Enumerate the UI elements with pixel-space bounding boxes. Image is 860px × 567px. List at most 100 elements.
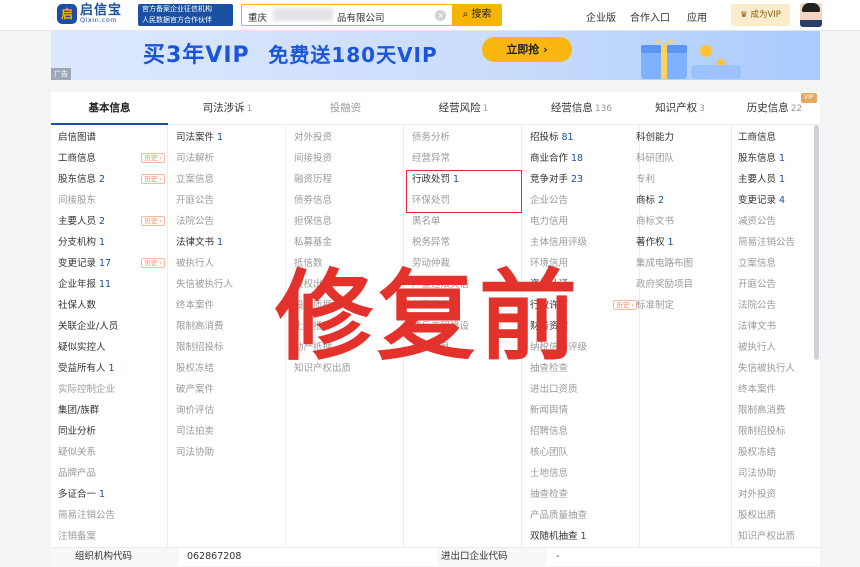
- list-item[interactable]: 工商信息 历史 ›: [51, 148, 167, 169]
- list-item[interactable]: 资质认证: [523, 274, 639, 295]
- list-item[interactable]: 招投标 81: [523, 127, 639, 148]
- list-item[interactable]: 开庭公告: [731, 274, 820, 295]
- list-item[interactable]: 主体信用评级: [523, 232, 639, 253]
- list-item[interactable]: 私募基金: [287, 232, 403, 253]
- list-item[interactable]: 土地抵押: [287, 316, 403, 337]
- list-item[interactable]: 开庭公告: [169, 190, 285, 211]
- list-item[interactable]: 同业分析: [51, 421, 167, 442]
- list-item[interactable]: 简易注销公告: [51, 505, 167, 526]
- nav-apps[interactable]: 应用: [687, 9, 707, 24]
- list-item[interactable]: 终本案件: [731, 379, 820, 400]
- list-item[interactable]: 被执行人: [169, 253, 285, 274]
- list-item[interactable]: 法院公告: [169, 211, 285, 232]
- list-item[interactable]: 法院公告: [731, 295, 820, 316]
- list-item[interactable]: 限制招投标: [169, 337, 285, 358]
- list-item[interactable]: 企业年报 11: [51, 274, 167, 295]
- history-tag[interactable]: 历史 ›: [141, 153, 165, 163]
- list-item[interactable]: 清算信息: [405, 337, 521, 358]
- list-item[interactable]: 司法解析: [169, 148, 285, 169]
- site-logo[interactable]: 启 启信宝 Qixin.com: [57, 4, 122, 24]
- list-item[interactable]: 实际控制企业: [51, 379, 167, 400]
- list-item[interactable]: 融资历程: [287, 169, 403, 190]
- nav-partner[interactable]: 合作入口: [630, 9, 670, 24]
- list-item[interactable]: 股权出质: [731, 505, 820, 526]
- list-item[interactable]: 科创能力: [629, 127, 731, 148]
- list-item[interactable]: 欠税信息: [405, 295, 521, 316]
- list-item[interactable]: 新闻舆情: [523, 400, 639, 421]
- list-item[interactable]: 集成电路布图: [629, 253, 731, 274]
- list-item[interactable]: 社保人数: [51, 295, 167, 316]
- list-item[interactable]: 品牌产品: [51, 463, 167, 484]
- history-tag[interactable]: 历史 ›: [141, 174, 165, 184]
- list-item[interactable]: 司法案件 1: [169, 127, 285, 148]
- list-item[interactable]: 失信被执行人: [731, 358, 820, 379]
- list-item[interactable]: 疑似关系: [51, 442, 167, 463]
- list-item[interactable]: 债务分析: [405, 127, 521, 148]
- list-item[interactable]: 商标 2: [629, 190, 731, 211]
- list-item[interactable]: 间接投资: [287, 148, 403, 169]
- list-item[interactable]: 多证合一 1: [51, 484, 167, 505]
- list-item[interactable]: 产品质量抽查: [523, 505, 639, 526]
- tab-ip[interactable]: 知识产权 3: [635, 92, 725, 125]
- list-item[interactable]: 违反工程建设: [405, 316, 521, 337]
- list-item[interactable]: 简易注销公告: [731, 232, 820, 253]
- list-item[interactable]: 招聘信息: [523, 421, 639, 442]
- list-item[interactable]: 劳动仲裁: [405, 253, 521, 274]
- list-item[interactable]: 电力信用: [523, 211, 639, 232]
- list-item[interactable]: 减资公告: [731, 211, 820, 232]
- list-item[interactable]: 司法拍卖: [169, 421, 285, 442]
- list-item[interactable]: 立案信息: [731, 253, 820, 274]
- tab-basic-info[interactable]: 基本信息: [51, 92, 168, 125]
- become-vip-button[interactable]: ♛ 成为VIP: [731, 4, 790, 26]
- list-item[interactable]: 限制招投标: [731, 421, 820, 442]
- list-item[interactable]: 主要人员 1: [731, 169, 820, 190]
- list-item[interactable]: 受益所有人 1: [51, 358, 167, 379]
- list-item[interactable]: 工商信息: [731, 127, 820, 148]
- tab-business-risk[interactable]: 经营风险 1: [405, 92, 522, 125]
- list-item[interactable]: 关联企业/人员: [51, 316, 167, 337]
- list-item[interactable]: 著作权 1: [629, 232, 731, 253]
- list-item[interactable]: 终本案件: [169, 295, 285, 316]
- list-item[interactable]: 动产抵押: [287, 337, 403, 358]
- list-item[interactable]: 主要人员 2 历史 ›: [51, 211, 167, 232]
- list-item[interactable]: 股东信息 2 历史 ›: [51, 169, 167, 190]
- list-item[interactable]: 司法协助: [169, 442, 285, 463]
- list-item[interactable]: 分支机构 1: [51, 232, 167, 253]
- list-item[interactable]: 股权出质: [287, 274, 403, 295]
- list-item[interactable]: 商标文书: [629, 211, 731, 232]
- list-item[interactable]: 限制高消费: [169, 316, 285, 337]
- list-item[interactable]: 失信被执行人: [169, 274, 285, 295]
- list-item[interactable]: 担保信息: [287, 211, 403, 232]
- list-item[interactable]: 行政处罚 1: [405, 169, 521, 190]
- list-item[interactable]: 标准制定: [629, 295, 731, 316]
- list-item[interactable]: 政府奖励项目: [629, 274, 731, 295]
- list-item[interactable]: 严重违法失信: [405, 274, 521, 295]
- list-item[interactable]: 知识产权出质: [731, 526, 820, 547]
- list-item[interactable]: 知识产权出质: [287, 358, 403, 379]
- list-item[interactable]: 商业合作 18: [523, 148, 639, 169]
- list-item[interactable]: 被执行人: [731, 337, 820, 358]
- list-item[interactable]: 抽查检查: [523, 358, 639, 379]
- list-item[interactable]: 抽查检查: [523, 484, 639, 505]
- list-item[interactable]: 财务资质: [523, 316, 639, 337]
- list-item[interactable]: 法律文书 1: [169, 232, 285, 253]
- list-item[interactable]: 债券信息: [287, 190, 403, 211]
- list-item[interactable]: 对外投资: [731, 484, 820, 505]
- history-tag[interactable]: 历史 ›: [141, 216, 165, 226]
- search-input[interactable]: 重庆 品有限公司 ×: [241, 4, 452, 26]
- scrollbar[interactable]: [814, 125, 819, 360]
- list-item[interactable]: 破产案件: [169, 379, 285, 400]
- list-item[interactable]: 变更记录 17 历史 ›: [51, 253, 167, 274]
- list-item[interactable]: 经营异常: [405, 148, 521, 169]
- list-item[interactable]: 间接股东: [51, 190, 167, 211]
- list-item[interactable]: 司法协助: [731, 463, 820, 484]
- banner-cta-button[interactable]: 立即抢 ›: [482, 37, 572, 62]
- list-item[interactable]: 变更记录 4: [731, 190, 820, 211]
- list-item[interactable]: 对外投资: [287, 127, 403, 148]
- list-item[interactable]: 疑似实控人: [51, 337, 167, 358]
- list-item[interactable]: 税务异常: [405, 232, 521, 253]
- history-tag[interactable]: 历史 ›: [141, 258, 165, 268]
- promo-banner[interactable]: 买3年VIP 免费送180天VIP 立即抢 › 广告: [51, 31, 820, 80]
- list-item[interactable]: 行政许可 历史 ›: [523, 295, 639, 316]
- list-item[interactable]: 纳税信用评级: [523, 337, 639, 358]
